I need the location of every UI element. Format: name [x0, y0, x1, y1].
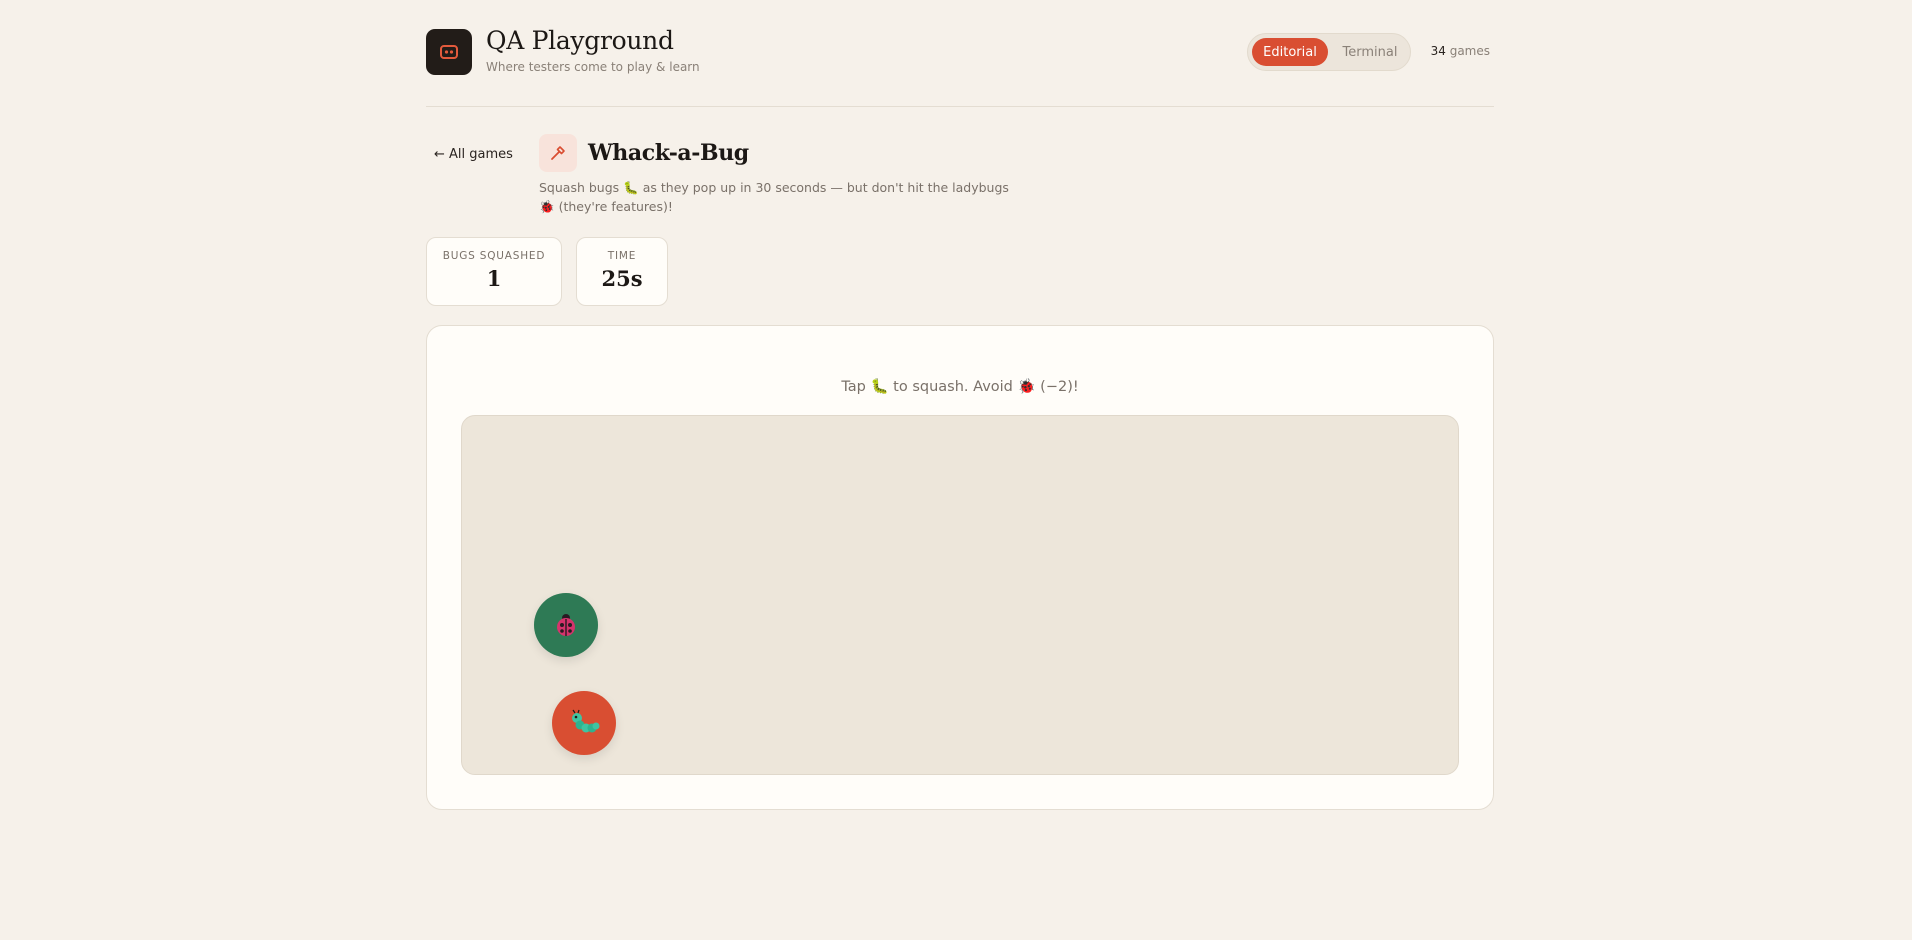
- game-icon-tile: [539, 134, 577, 172]
- time-value: 25s: [601, 266, 643, 291]
- ladybug-icon: 🐞: [539, 199, 555, 214]
- game-arena[interactable]: [461, 415, 1459, 775]
- caterpillar-icon: [572, 709, 600, 733]
- app-logo[interactable]: [426, 29, 472, 75]
- all-games-link[interactable]: ← All games: [434, 147, 513, 162]
- caterpillar-icon: 🐛: [623, 180, 639, 195]
- game-panel: Tap 🐛 to squash. Avoid 🐞 (−2)!: [426, 325, 1494, 810]
- description-text-2: as they pop up in 30 seconds — but don't…: [642, 180, 1009, 195]
- game-description: Squash bugs 🐛 as they pop up in 30 secon…: [539, 178, 1019, 216]
- brand-subtitle: Where testers come to play & learn: [486, 60, 700, 74]
- brand-title: QA Playground: [486, 26, 674, 55]
- games-count-suffix: games: [1449, 44, 1490, 58]
- description-text-3: (they're features)!: [558, 199, 673, 214]
- site-header: QA Playground Where testers come to play…: [426, 0, 1494, 107]
- instruction-text-1: Tap: [841, 379, 866, 395]
- description-text-1: Squash bugs: [539, 180, 620, 195]
- bugs-squashed-card: BUGS SQUASHED 1: [426, 237, 562, 306]
- ladybug-icon: 🐞: [1017, 379, 1036, 395]
- caterpillar-icon: 🐛: [870, 379, 889, 395]
- mode-terminal-button[interactable]: Terminal: [1332, 38, 1408, 66]
- instruction-text-2: to squash. Avoid: [893, 379, 1013, 395]
- ladybug-target[interactable]: [534, 593, 598, 657]
- robot-face-icon: [440, 45, 458, 59]
- ladybug-icon: [557, 614, 575, 636]
- game-title: Whack-a-Bug: [588, 140, 749, 166]
- time-label: TIME: [607, 250, 637, 262]
- bug-target[interactable]: [552, 691, 616, 755]
- hammer-icon: [551, 146, 565, 160]
- app-container: QA Playground Where testers come to play…: [426, 0, 1494, 810]
- bugs-squashed-value: 1: [486, 266, 502, 291]
- mode-editorial-button[interactable]: Editorial: [1252, 38, 1328, 66]
- games-count-number: 34: [1430, 44, 1446, 58]
- mode-toggle: Editorial Terminal: [1247, 33, 1411, 71]
- games-count: 34 games: [1431, 44, 1490, 58]
- instruction-text-3: (−2)!: [1040, 379, 1079, 395]
- bugs-squashed-label: BUGS SQUASHED: [442, 250, 546, 262]
- game-instruction: Tap 🐛 to squash. Avoid 🐞 (−2)!: [427, 378, 1493, 395]
- time-card: TIME 25s: [576, 237, 668, 306]
